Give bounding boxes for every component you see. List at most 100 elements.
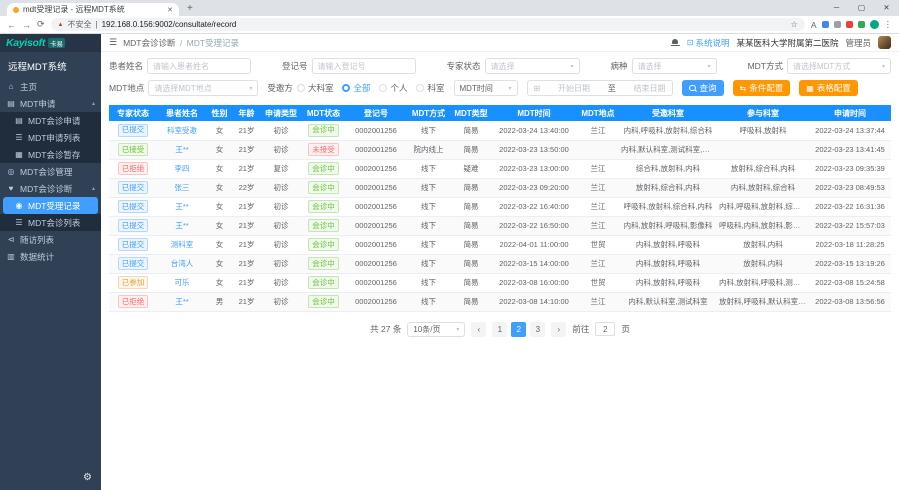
- chevron-down-icon: ▾: [882, 63, 885, 70]
- sidebar-item-home[interactable]: ⌂主页: [0, 78, 101, 95]
- mdt-time-select[interactable]: MDT时间 ▾: [454, 80, 518, 96]
- pagination-pages: 123: [492, 322, 545, 337]
- breadcrumb: MDT会诊诊断 / MDT受理记录: [123, 37, 239, 49]
- sidebar-item-mdt-consult-draft[interactable]: ▦MDT会诊暂存: [0, 146, 101, 163]
- table-row: 已接受王**女21岁初诊未接受0002001256院内线上简易2022-03-2…: [109, 140, 891, 159]
- column-header: 年龄: [232, 105, 261, 121]
- patient-name-link[interactable]: 可乐: [175, 278, 190, 287]
- url-text: 192.168.0.156:9002/consultate/record: [102, 20, 787, 29]
- header-right: ⊡ 系统说明 某某医科大学附属第二医院 管理员: [671, 36, 891, 49]
- system-note-label: 系统说明: [695, 37, 729, 49]
- tab-close-icon[interactable]: ✕: [167, 6, 173, 14]
- registration-no-input[interactable]: [312, 58, 416, 74]
- extension-icon[interactable]: [822, 21, 829, 28]
- menu-toggle-icon[interactable]: ☰: [109, 37, 117, 48]
- sidebar-item-statistics[interactable]: ▥数据统计: [0, 248, 101, 265]
- chart-icon: ▥: [6, 252, 16, 261]
- sidebar-item-mdt-manage[interactable]: ◎MDT会诊管理: [0, 163, 101, 180]
- radio-department[interactable]: 科室: [416, 82, 444, 94]
- table-row: 已提交王**女21岁初诊会诊中0002001256线下简易2022-03-22 …: [109, 216, 891, 235]
- bookmark-star-icon[interactable]: ☆: [791, 20, 798, 29]
- radio-icon: [297, 84, 305, 92]
- refresh-icon[interactable]: ⟳: [37, 19, 45, 30]
- patient-name-link[interactable]: 王**: [175, 145, 188, 154]
- sidebar-item-mdt-records[interactable]: ◉MDT受理记录: [3, 197, 98, 214]
- chevron-up-icon: ▴: [92, 100, 95, 107]
- table-config-button[interactable]: ▦ 表格配置: [799, 80, 858, 96]
- new-tab-button[interactable]: +: [187, 2, 193, 16]
- prev-page-button[interactable]: ‹: [471, 322, 486, 337]
- back-icon[interactable]: ←: [7, 20, 16, 30]
- chevron-down-icon: ▾: [571, 63, 574, 70]
- sidebar-item-mdt-apply-list[interactable]: ☰MDT申请列表: [0, 129, 101, 146]
- url-divider: |: [96, 20, 98, 29]
- notification-bell-icon[interactable]: [671, 38, 680, 47]
- expert-status-badge: 已拒绝: [118, 162, 149, 175]
- translate-icon[interactable]: A: [811, 20, 817, 30]
- browser-window: mdt受理记录 - 远程MDT系统 ✕ + ─ ▢ ✕ ← → ⟳ ▲ 不安全 …: [0, 0, 899, 490]
- extension-icon[interactable]: [834, 21, 841, 28]
- browser-tab[interactable]: mdt受理记录 - 远程MDT系统 ✕: [7, 3, 179, 16]
- expert-status-badge: 已参加: [118, 276, 149, 289]
- url-bar[interactable]: ▲ 不安全 | 192.168.0.156:9002/consultate/re…: [51, 18, 805, 31]
- next-page-button[interactable]: ›: [551, 322, 566, 337]
- page-button-1[interactable]: 1: [492, 322, 507, 337]
- disease-select[interactable]: 请选择▾: [632, 58, 717, 74]
- filter-row-2: MDT地点 请选择MDT地点 ▾ 受邀方 大科室 全部个人科室: [109, 80, 891, 96]
- chevron-down-icon: ▾: [249, 85, 252, 92]
- mdt-status-badge: 会诊中: [308, 162, 339, 175]
- mdt-method-select[interactable]: 请选择MDT方式▾: [787, 58, 891, 74]
- table-body: 已提交科室受邀女21岁初诊会诊中0002001256线下简易2022-03-24…: [109, 121, 891, 311]
- table-row: 已参加可乐女21岁初诊会诊中0002001256线下简易2022-03-08 1…: [109, 273, 891, 292]
- patient-name-link[interactable]: 王**: [175, 221, 188, 230]
- sidebar-item-mdt-apply[interactable]: ▤MDT申请▴: [0, 95, 101, 112]
- date-range-picker[interactable]: ⊞ 开始日期 至 结束日期: [527, 80, 673, 96]
- minimize-button[interactable]: ─: [824, 0, 849, 16]
- sidebar-item-follow-up-list[interactable]: ⊲随访列表: [0, 231, 101, 248]
- expert-status-select[interactable]: 请选择▾: [485, 58, 580, 74]
- sidebar-item-mdt-consult-list[interactable]: ☰MDT会诊列表: [0, 214, 101, 231]
- profile-avatar[interactable]: [870, 20, 879, 29]
- column-header: MDT地点: [577, 105, 619, 121]
- sidebar-item-mdt-consult-apply[interactable]: ▤MDT会诊申请: [0, 112, 101, 129]
- patient-name-link[interactable]: 张三: [175, 183, 190, 192]
- maximize-button[interactable]: ▢: [849, 0, 874, 16]
- mdt-location-select[interactable]: 请选择MDT地点 ▾: [148, 80, 258, 96]
- expert-status-badge: 已接受: [118, 143, 149, 156]
- patient-name-link[interactable]: 王**: [175, 297, 188, 306]
- patient-name-link[interactable]: 台湾人: [171, 259, 194, 268]
- page-button-3[interactable]: 3: [530, 322, 545, 337]
- mdt-location-label: MDT地点: [109, 82, 144, 94]
- goto-page-input[interactable]: [595, 322, 615, 336]
- extension-icon[interactable]: [858, 21, 865, 28]
- radio-personal[interactable]: 个人: [379, 82, 407, 94]
- radio-all[interactable]: 全部: [342, 82, 370, 94]
- goto-suffix: 页: [621, 323, 630, 335]
- table-grid-icon: ▦: [806, 84, 814, 93]
- user-avatar[interactable]: [878, 36, 891, 49]
- patient-name-link[interactable]: 科室受邀: [167, 126, 197, 135]
- search-icon: [689, 84, 697, 92]
- settings-gear-icon[interactable]: ⚙: [83, 472, 92, 483]
- condition-config-button[interactable]: ⇆ 条件配置: [733, 80, 791, 96]
- forward-icon[interactable]: →: [22, 20, 31, 30]
- patient-name-link[interactable]: 王**: [175, 202, 188, 211]
- list-icon: ☰: [14, 218, 24, 227]
- patient-name-link[interactable]: 测科室: [171, 240, 194, 249]
- close-button[interactable]: ✕: [874, 0, 899, 16]
- column-header: 患者姓名: [157, 105, 207, 121]
- patient-name-input[interactable]: [147, 58, 251, 74]
- radio-icon: [379, 84, 387, 92]
- extension-icon[interactable]: [846, 21, 853, 28]
- patient-name-link[interactable]: 李四: [175, 164, 190, 173]
- browser-menu-icon[interactable]: ⋮: [884, 19, 893, 30]
- radio-major-department[interactable]: 大科室: [297, 82, 334, 94]
- page-button-2[interactable]: 2: [511, 322, 526, 337]
- expert-status-badge: 已拒绝: [118, 295, 149, 308]
- page-size-select[interactable]: 10条/页 ▾: [407, 322, 465, 337]
- system-note-link[interactable]: ⊡ 系统说明: [687, 37, 730, 49]
- chevron-down-icon: ▾: [708, 63, 711, 70]
- search-button[interactable]: 查询: [682, 80, 724, 96]
- end-date-placeholder: 结束日期: [634, 83, 666, 94]
- sidebar-item-mdt-diagnosis[interactable]: ♥MDT会诊诊断▴: [0, 180, 101, 197]
